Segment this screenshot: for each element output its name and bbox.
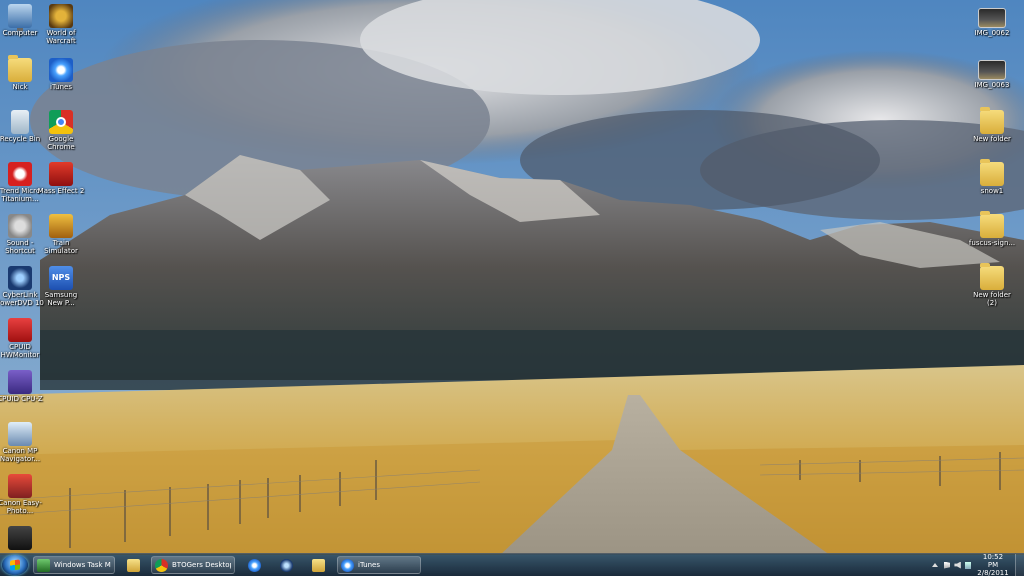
taskbar: Windows Task M... BTOGers Desktop... iTu…: [0, 553, 1024, 577]
desktop-icon-img-0062[interactable]: IMG_0062: [968, 8, 1016, 37]
clock[interactable]: 10:52 PM 2/8/2011: [977, 553, 1008, 577]
folder-icon: [980, 263, 1004, 290]
desktop-icon-label: CPUID HWMonitor: [0, 343, 40, 359]
recycle-bin-icon: [11, 110, 29, 134]
taskbar-button-explorer[interactable]: [119, 556, 147, 574]
taskbar-button-chrome[interactable]: BTOGers Desktop...: [151, 556, 235, 574]
computer-icon: [8, 4, 32, 31]
desktop-icon-samsung-nps[interactable]: NPS Samsung New P...: [37, 266, 85, 307]
task-manager-icon: [37, 558, 50, 572]
folder-icon: [980, 211, 1004, 238]
cyberlink-icon: [8, 266, 32, 290]
mass-effect-icon: [49, 162, 73, 186]
desktop-icon-train-simulator[interactable]: Train Simulator: [37, 214, 85, 255]
desktop-icon-label: World of Warcraft: [46, 29, 76, 45]
desktop-icon-label: Mass Effect 2: [37, 187, 85, 195]
show-hidden-icons-icon[interactable]: [932, 563, 938, 567]
desktop-icon-new-folder[interactable]: New folder: [968, 107, 1016, 143]
desktop-icon-label: fuscus-sign...: [968, 239, 1016, 247]
volume-icon[interactable]: [954, 561, 961, 569]
nps-icon: NPS: [49, 266, 73, 290]
desktop-icon-label: New folder (2): [973, 291, 1011, 307]
desktop-icon-mass-effect-2[interactable]: Mass Effect 2: [37, 162, 85, 195]
trend-micro-icon: [8, 162, 32, 186]
network-icon[interactable]: [964, 561, 972, 569]
desktop-icon-label: Train Simulator: [44, 239, 78, 255]
desktop-icon-world-of-warcraft[interactable]: World of Warcraft: [37, 4, 85, 45]
taskbar-button-folder[interactable]: [304, 556, 332, 574]
desktop-icon-cpuid-hwmonitor[interactable]: CPUID HWMonitor: [0, 318, 44, 359]
desktop-icon-label: IMG_0063: [974, 81, 1010, 89]
desktop-icon-label: Canon Easy-Photo...: [0, 499, 42, 515]
desktop-icon-label: Google Chrome: [47, 135, 75, 151]
desktop-icon-label: iTunes: [50, 83, 72, 91]
chrome-icon: [155, 558, 168, 572]
folder-icon: [311, 558, 325, 572]
chrome-icon: [49, 110, 73, 134]
taskbar-button-itunes-pinned[interactable]: [240, 556, 268, 574]
explorer-icon: [126, 558, 140, 572]
itunes-icon: [49, 58, 73, 82]
train-icon: [49, 214, 73, 238]
desktop-icon-canon-easy-photo[interactable]: Canon Easy-Photo...: [0, 474, 44, 515]
desktop-icon-label: Samsung New P...: [44, 291, 78, 307]
shortcut-icon: [8, 526, 32, 550]
taskbar-button-task-manager[interactable]: Windows Task M...: [33, 556, 115, 574]
desktop-icon-label: CPUID CPU-Z: [0, 395, 43, 403]
desktop-icon-new-folder-2[interactable]: New folder (2): [968, 263, 1016, 307]
wow-icon: [49, 4, 73, 28]
folder-icon: [980, 159, 1004, 186]
user-folder-icon: [8, 55, 32, 82]
taskbar-button-itunes[interactable]: iTunes: [337, 556, 421, 574]
system-tray: 10:52 PM 2/8/2011: [932, 553, 1024, 577]
action-center-flag-icon[interactable]: [944, 561, 951, 569]
desktop-wallpaper: [0, 0, 1024, 576]
cpuz-icon: [8, 370, 32, 394]
desktop-icon-itunes[interactable]: iTunes: [37, 58, 85, 91]
desktop-icon-snow1[interactable]: snow1: [968, 159, 1016, 195]
desktop-icon-cpuid-cpu-z[interactable]: CPUID CPU-Z: [0, 370, 44, 403]
canon-navigator-icon: [8, 422, 32, 446]
desktop-icon-img-0063[interactable]: IMG_0063: [968, 60, 1016, 89]
desktop-icon-label: Canon MP Navigator...: [0, 447, 41, 463]
itunes-icon: [247, 558, 261, 572]
desktop-icon-canon-mp-navigator[interactable]: Canon MP Navigator...: [0, 422, 44, 463]
sound-icon: [8, 214, 32, 238]
cyberlink-icon: [279, 558, 293, 572]
clock-time: 10:52 PM: [982, 553, 1004, 569]
start-button[interactable]: [2, 555, 28, 575]
show-desktop-button[interactable]: [1014, 554, 1024, 576]
folder-icon: [980, 107, 1004, 134]
desktop-icon-shortcut[interactable]: [0, 526, 44, 551]
itunes-icon: [341, 558, 354, 572]
desktop-icon-label: snow1: [980, 187, 1004, 195]
image-file-icon: [978, 8, 1006, 28]
taskbar-button-label: iTunes: [358, 561, 380, 569]
desktop-icon-google-chrome[interactable]: Google Chrome: [37, 110, 85, 151]
image-file-icon: [978, 60, 1006, 80]
desktop-icon-label: New folder: [973, 135, 1011, 143]
desktop-icon-label: IMG_0062: [974, 29, 1010, 37]
taskbar-button-label: Windows Task M...: [54, 561, 111, 569]
desktop-icon-fuscus-sign[interactable]: fuscus-sign...: [968, 211, 1016, 247]
hwmonitor-icon: [8, 318, 32, 342]
taskbar-button-cyberlink[interactable]: [272, 556, 300, 574]
canon-photo-icon: [8, 474, 32, 498]
taskbar-button-label: BTOGers Desktop...: [172, 561, 231, 569]
